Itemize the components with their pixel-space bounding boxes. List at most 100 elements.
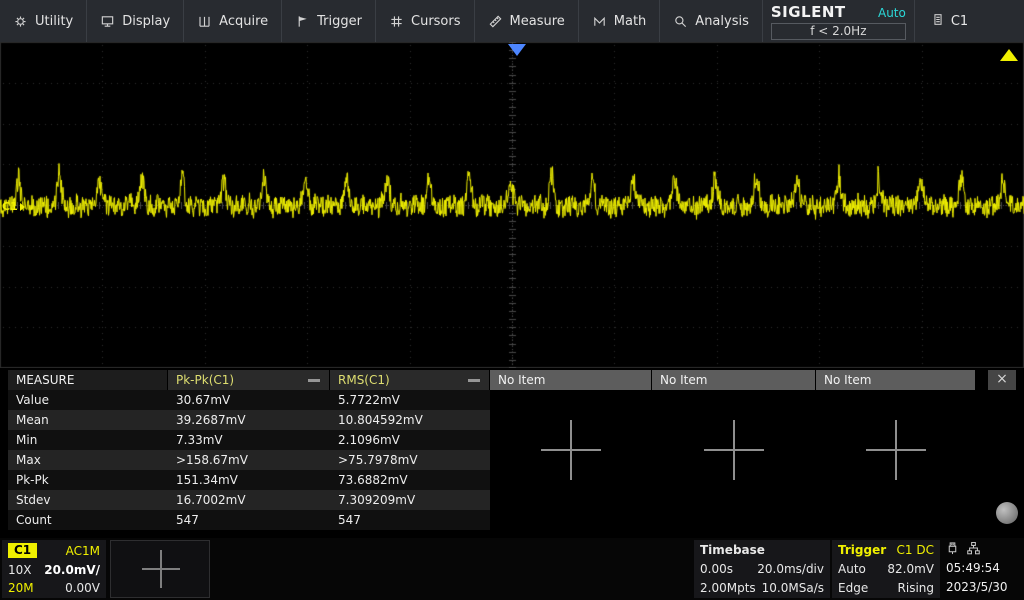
timebase-memory-depth: 2.00Mpts xyxy=(700,581,756,595)
channel1-offset-marker[interactable]: C1 xyxy=(2,200,25,213)
stat-label: Value xyxy=(8,393,168,407)
timebase-descriptor-box[interactable]: Timebase 0.00s 20.0ms/div 2.00Mpts 10.0M… xyxy=(694,540,830,598)
waveform-canvas[interactable] xyxy=(0,42,1024,368)
stat-label: Stdev xyxy=(8,493,168,507)
brand-status-block: SIGLENT Auto f < 2.0Hz xyxy=(763,0,915,42)
channel1-coupling: AC1M xyxy=(66,544,100,558)
system-time: 05:49:54 xyxy=(946,561,1022,576)
timebase-tdiv: 20.0ms/div xyxy=(757,562,824,576)
stat-label: Max xyxy=(8,453,168,467)
table-row: Count547547 xyxy=(8,510,490,530)
channel1-probe: 10X xyxy=(8,563,32,577)
acquisition-status: Auto xyxy=(878,6,906,20)
system-status-box: 05:49:54 2023/5/30 xyxy=(942,540,1022,598)
measure-column-empty-2[interactable]: No Item xyxy=(652,370,816,390)
menu-acquire[interactable]: Acquire xyxy=(184,0,282,42)
stat-rms-value: 547 xyxy=(330,513,490,527)
channel1-offset-label: C1 xyxy=(2,200,18,213)
waveform-display-area[interactable]: C1 xyxy=(0,42,1024,368)
stat-rms-value: 7.309209mV xyxy=(330,493,490,507)
stat-rms-value: >75.7978mV xyxy=(330,453,490,467)
menu-cursors[interactable]: Cursors xyxy=(376,0,475,42)
remove-measurement-icon[interactable] xyxy=(308,379,320,382)
stat-rms-value: 2.1096mV xyxy=(330,433,490,447)
table-row: Stdev16.7002mV7.309209mV xyxy=(8,490,490,510)
menu-utility-label: Utility xyxy=(35,14,73,29)
stat-pkpk-value: 30.67mV xyxy=(168,393,330,407)
measure-column-rms-label: RMS(C1) xyxy=(338,373,390,387)
lan-icon xyxy=(967,542,980,558)
trigger-descriptor-box[interactable]: Trigger C1 DC Auto 82.0mV Edge Rising xyxy=(832,540,940,598)
menu-utility[interactable]: Utility xyxy=(0,0,87,42)
stat-label: Mean xyxy=(8,413,168,427)
add-measurement-plus-icon[interactable] xyxy=(541,420,601,480)
status-bar: C1 AC1M 10X 20.0mV/ 20M 0.00V Timebase 0… xyxy=(0,538,1024,600)
trigger-mode: Auto xyxy=(838,562,866,576)
channel1-bwlimit: 20M xyxy=(8,581,34,595)
stat-pkpk-value: 39.2687mV xyxy=(168,413,330,427)
add-measurement-plus-icon[interactable] xyxy=(866,420,926,480)
trigger-source: C1 DC xyxy=(897,543,934,557)
measure-column-rms[interactable]: RMS(C1) xyxy=(330,370,490,390)
measure-title: MEASURE xyxy=(8,370,168,390)
table-row: Max>158.67mV>75.7978mV xyxy=(8,450,490,470)
trigger-level-marker[interactable] xyxy=(1000,49,1018,61)
trigger-title: Trigger xyxy=(838,543,886,557)
stat-pkpk-value: 16.7002mV xyxy=(168,493,330,507)
flag-icon xyxy=(295,14,310,29)
trigger-type: Edge xyxy=(838,581,868,595)
channel1-offset: 0.00V xyxy=(65,581,100,595)
remove-measurement-icon[interactable] xyxy=(468,379,480,382)
acquire-icon xyxy=(197,14,212,29)
siglent-logo: SIGLENT xyxy=(771,3,846,21)
stat-label: Min xyxy=(8,433,168,447)
display-icon xyxy=(100,14,115,29)
menu-trigger-label: Trigger xyxy=(317,14,362,29)
table-row: Min7.33mV2.1096mV xyxy=(8,430,490,450)
cursors-icon xyxy=(389,14,404,29)
oscilloscope-screen: Utility Display Acquire Trigger Cursors … xyxy=(0,0,1024,600)
add-channel-plus-icon xyxy=(142,550,180,588)
table-row: Pk-Pk151.34mV73.6882mV xyxy=(8,470,490,490)
stat-rms-value: 73.6882mV xyxy=(330,473,490,487)
trigger-position-marker[interactable] xyxy=(508,44,526,56)
stat-pkpk-value: 151.34mV xyxy=(168,473,330,487)
measure-column-empty-3[interactable]: No Item xyxy=(816,370,976,390)
menu-trigger[interactable]: Trigger xyxy=(282,0,376,42)
menu-math-label: Math xyxy=(614,14,647,29)
math-icon xyxy=(592,14,607,29)
measure-column-pkpk[interactable]: Pk-Pk(C1) xyxy=(168,370,330,390)
measure-header-row: MEASURE Pk-Pk(C1) RMS(C1) No Item No Ite… xyxy=(8,370,976,390)
close-measure-panel-button[interactable]: × xyxy=(988,370,1016,390)
menu-display-label: Display xyxy=(122,14,170,29)
menu-analysis-label: Analysis xyxy=(695,14,749,29)
timebase-delay: 0.00s xyxy=(700,562,733,576)
add-measurement-plus-icon[interactable] xyxy=(704,420,764,480)
stat-pkpk-value: 7.33mV xyxy=(168,433,330,447)
message-channel-indicator[interactable]: C1 xyxy=(915,0,984,42)
menu-analysis[interactable]: Analysis xyxy=(660,0,763,42)
table-row: Value30.67mV5.7722mV xyxy=(8,390,490,410)
measure-panel: MEASURE Pk-Pk(C1) RMS(C1) No Item No Ite… xyxy=(0,370,1024,538)
message-channel-label: C1 xyxy=(951,14,968,29)
trigger-frequency-readout: f < 2.0Hz xyxy=(771,23,906,40)
stat-rms-value: 10.804592mV xyxy=(330,413,490,427)
menu-math[interactable]: Math xyxy=(579,0,661,42)
stat-label: Pk-Pk xyxy=(8,473,168,487)
stat-rms-value: 5.7722mV xyxy=(330,393,490,407)
top-menu-bar: Utility Display Acquire Trigger Cursors … xyxy=(0,0,1024,42)
menu-display[interactable]: Display xyxy=(87,0,184,42)
menu-measure[interactable]: Measure xyxy=(475,0,579,42)
timebase-sample-rate: 10.0MSa/s xyxy=(762,581,824,595)
stat-pkpk-value: 547 xyxy=(168,513,330,527)
menu-cursors-label: Cursors xyxy=(411,14,461,29)
add-channel-box[interactable] xyxy=(110,540,210,598)
channel1-descriptor-box[interactable]: C1 AC1M 10X 20.0mV/ 20M 0.00V xyxy=(2,540,106,598)
gear-icon xyxy=(13,14,28,29)
measure-column-empty-1[interactable]: No Item xyxy=(490,370,652,390)
stat-label: Count xyxy=(8,513,168,527)
ruler-icon xyxy=(488,14,503,29)
channel1-offset-arrow-icon xyxy=(20,203,25,211)
channel1-vdiv: 20.0mV/ xyxy=(44,563,100,577)
rotary-knob-indicator[interactable] xyxy=(996,502,1018,524)
